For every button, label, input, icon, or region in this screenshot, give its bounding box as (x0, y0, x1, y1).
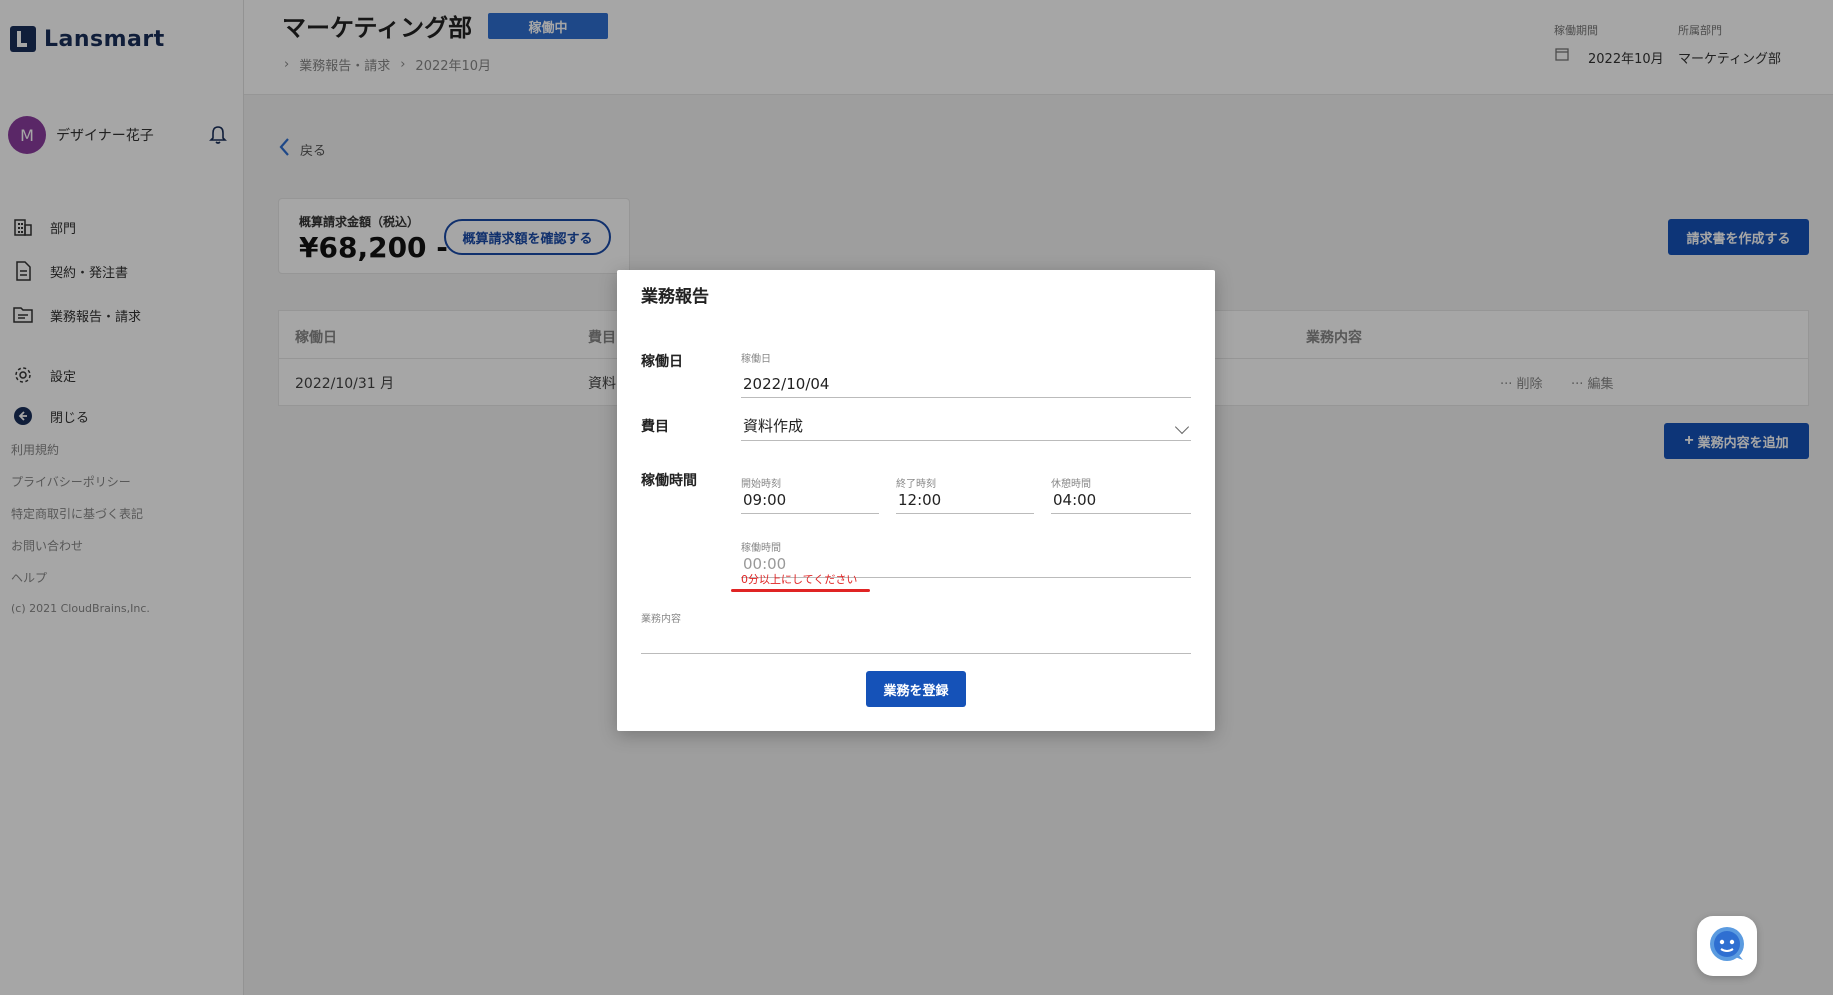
modal-title: 業務報告 (641, 287, 709, 307)
break-time-label: 休憩時間 (1051, 479, 1091, 490)
category-row-label: 費目 (641, 419, 669, 435)
date-row-label: 稼働日 (641, 354, 683, 370)
end-time-value: 12:00 (898, 491, 942, 509)
worked-time-error: 0分以上にしてください (741, 573, 858, 586)
start-time-label: 開始時刻 (741, 479, 781, 490)
start-time-value: 09:00 (743, 491, 787, 509)
date-field-label: 稼働日 (741, 354, 771, 365)
break-time-value: 04:00 (1053, 491, 1097, 509)
date-field[interactable]: 稼働日 2022/10/04 (741, 354, 1191, 398)
date-value: 2022/10/04 (743, 375, 830, 393)
break-time-input[interactable]: 休憩時間 04:00 (1051, 479, 1191, 514)
chat-bot-icon (1707, 924, 1747, 968)
worked-time-label: 稼働時間 (741, 543, 781, 554)
end-time-input[interactable]: 終了時刻 12:00 (896, 479, 1034, 514)
register-report-button[interactable]: 業務を登録 (866, 671, 966, 707)
chat-widget-button[interactable] (1697, 916, 1757, 976)
start-time-input[interactable]: 開始時刻 09:00 (741, 479, 879, 514)
content-label: 業務内容 (641, 614, 681, 625)
report-modal: 業務報告 稼働日 稼働日 2022/10/04 費目 資料作成 稼働時間 開始時… (617, 270, 1215, 731)
category-select[interactable]: 資料作成 (741, 410, 1191, 441)
content-textarea[interactable]: 業務内容 (641, 610, 1191, 654)
time-row-label: 稼働時間 (641, 473, 697, 489)
chevron-down-icon (1174, 419, 1190, 435)
end-time-label: 終了時刻 (896, 479, 936, 490)
category-value: 資料作成 (743, 417, 804, 435)
error-underline (731, 589, 870, 592)
